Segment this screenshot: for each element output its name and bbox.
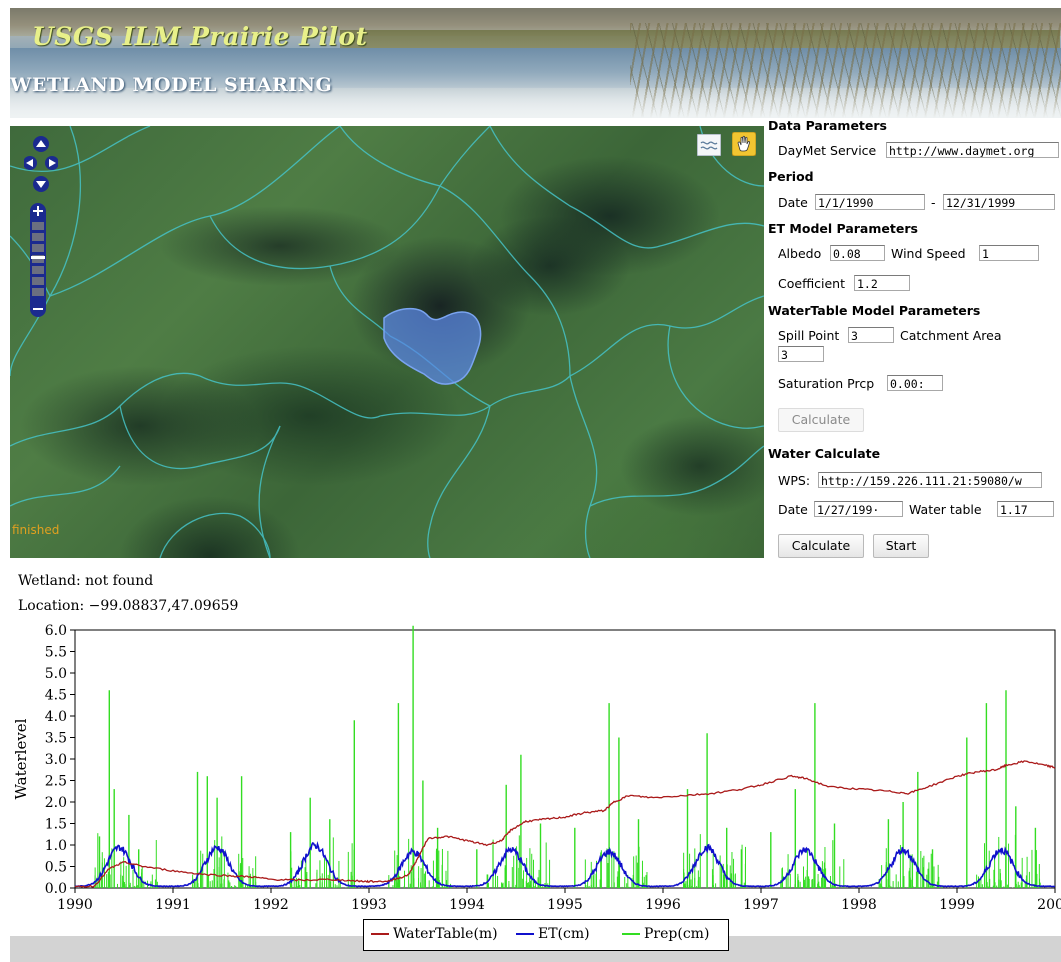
catchment-area-input[interactable]: 3 [778, 346, 824, 362]
x-tick-label: 1999 [939, 897, 975, 913]
legend-item-et: ET(cm) [516, 926, 590, 942]
y-tick-label: 1.5 [45, 817, 67, 833]
water-date-input[interactable]: 1/27/199· [814, 501, 903, 517]
model-calculate-button[interactable]: Calculate [778, 408, 864, 432]
legend-item-prep: Prep(cm) [622, 926, 709, 942]
y-tick-label: 0.5 [45, 860, 67, 876]
daymet-service-input[interactable]: http://www.daymet.org [886, 142, 1059, 158]
zoom-slider-handle[interactable] [31, 256, 45, 259]
pan-right-icon[interactable] [45, 156, 58, 170]
catchment-area-label: Catchment Area [900, 328, 1002, 343]
y-tick-label: 4.0 [45, 709, 67, 725]
water-table-input[interactable]: 1.17 [997, 501, 1054, 517]
y-tick-label: 5.0 [45, 666, 67, 682]
y-tick-label: 3.5 [45, 731, 67, 747]
y-tick-label: 6.0 [45, 624, 67, 639]
data-parameters-heading: Data Parameters [768, 118, 887, 133]
banner: USGS ILM Prairie Pilot WETLAND MODEL SHA… [10, 8, 1061, 118]
y-tick-label: 3.0 [45, 752, 67, 768]
x-tick-label: 1996 [645, 897, 681, 913]
x-tick-label: 2000 [1037, 897, 1061, 913]
parameters-panel: Data Parameters DayMet Service http://ww… [768, 116, 1061, 566]
saturation-input[interactable]: 0.00: [887, 375, 943, 391]
x-tick-label: 1992 [253, 897, 289, 913]
water-calculate-button[interactable]: Calculate [778, 534, 864, 558]
period-separator: - [931, 195, 936, 210]
pan-control [24, 136, 58, 192]
zoom-control [30, 203, 46, 317]
legend-swatch-prep [622, 933, 640, 935]
zoom-out-icon[interactable] [30, 301, 46, 317]
x-tick-label: 1994 [449, 897, 485, 913]
selected-wetland-polygon [383, 307, 482, 385]
x-tick-label: 1993 [351, 897, 387, 913]
watertable-heading: WaterTable Model Parameters [768, 303, 981, 318]
wps-label: WPS: [778, 473, 811, 488]
x-tick-label: 1997 [743, 897, 779, 913]
wetland-borders [10, 126, 764, 558]
banner-title: USGS ILM Prairie Pilot [32, 22, 368, 51]
albedo-input[interactable]: 0.08 [830, 245, 885, 261]
daymet-label: DayMet Service [778, 143, 877, 158]
map-status: finished [12, 523, 60, 537]
banner-subtitle: WETLAND MODEL SHARING [10, 74, 333, 96]
pan-down-icon[interactable] [33, 176, 49, 192]
legend-label-prep: Prep(cm) [644, 926, 710, 942]
saturation-label: Saturation Prcp [778, 376, 875, 391]
zoom-in-icon[interactable] [30, 203, 46, 219]
waves-icon[interactable] [697, 134, 721, 156]
x-tick-label: 1998 [841, 897, 877, 913]
y-axis: 0.0 0.5 1.0 1.5 2.0 2.5 3.0 3.5 4.0 4.5 5.0 5.5 6.0 [45, 624, 75, 897]
legend-item-watertable: WaterTable(m) [371, 926, 498, 942]
y-axis-label: Waterlevel [12, 718, 30, 799]
spill-point-label: Spill Point [778, 328, 840, 343]
y-tick-label: 0.0 [45, 881, 67, 897]
y-tick-label: 2.5 [45, 774, 67, 790]
wind-speed-label: Wind Speed [891, 246, 966, 261]
location-readout: Location: −99.08837,47.09659 [18, 598, 239, 614]
wps-input[interactable]: http://159.226.111.21:59080/w [818, 472, 1042, 488]
wind-speed-input[interactable]: 1 [979, 245, 1039, 261]
legend-swatch-watertable [371, 933, 389, 935]
y-tick-label: 1.0 [45, 838, 67, 854]
water-date-label: Date [778, 502, 808, 517]
start-button[interactable]: Start [873, 534, 929, 558]
period-heading: Period [768, 169, 814, 184]
x-tick-label: 1990 [57, 897, 93, 913]
y-tick-label: 2.0 [45, 795, 67, 811]
water-calculate-heading: Water Calculate [768, 446, 881, 461]
water-table-label: Water table [909, 502, 982, 517]
legend-label-watertable: WaterTable(m) [393, 926, 498, 942]
chart-legend: WaterTable(m) ET(cm) Prep(cm) [363, 919, 729, 951]
legend-label-et: ET(cm) [538, 926, 590, 942]
pan-left-icon[interactable] [24, 156, 37, 170]
x-tick-label: 1995 [547, 897, 583, 913]
period-start-input[interactable]: 1/1/1990 [815, 194, 925, 210]
legend-swatch-et [516, 933, 534, 935]
period-end-input[interactable]: 12/31/1999 [943, 194, 1055, 210]
hand-icon[interactable] [732, 132, 756, 156]
coefficient-input[interactable]: 1.2 [854, 275, 910, 291]
y-tick-label: 5.5 [45, 645, 67, 661]
et-heading: ET Model Parameters [768, 221, 918, 236]
wetland-status: Wetland: not found [18, 573, 154, 589]
waterlevel-chart: 0.00.51.01.52.02.53.03.54.04.55.05.56.0 … [12, 624, 1061, 913]
x-axis: 1990 1991 1992 1993 1994 1995 1996 1997 1998 1999… [57, 888, 1061, 913]
albedo-label: Albedo [778, 246, 822, 261]
pan-up-icon[interactable] [33, 136, 49, 152]
y-tick-label: 4.5 [45, 688, 67, 704]
map-view[interactable]: finished [10, 126, 764, 558]
period-date-label: Date [778, 195, 808, 210]
x-tick-label: 1991 [155, 897, 191, 913]
spill-point-input[interactable]: 3 [848, 327, 894, 343]
coefficient-label: Coefficient [778, 276, 846, 291]
